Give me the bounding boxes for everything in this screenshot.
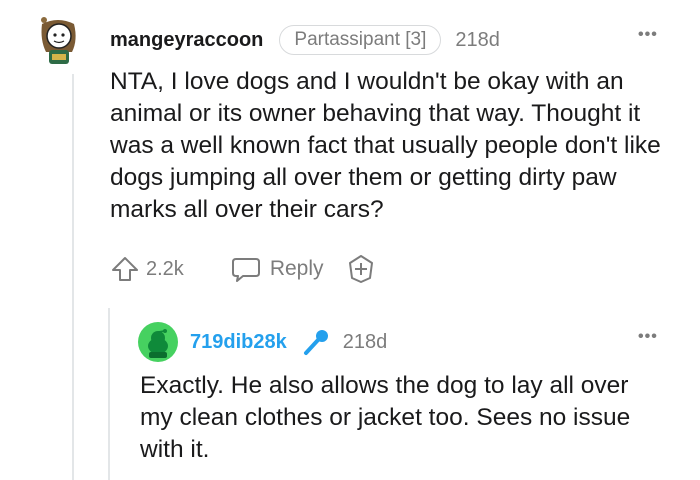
reply-label: Reply <box>269 257 324 280</box>
comment-more-button[interactable]: ••• <box>638 26 658 44</box>
award-icon <box>346 254 376 284</box>
comment-avatar[interactable] <box>36 12 82 68</box>
reply-icon <box>230 255 262 283</box>
reply-button[interactable]: Reply <box>230 255 324 283</box>
vote-count: 2.2k <box>146 257 184 280</box>
reply-body: Exactly. He also allows the dog to lay a… <box>140 372 631 463</box>
comment-actions: 2.2k Reply <box>110 254 376 284</box>
upvote-icon <box>110 255 140 283</box>
reply-avatar[interactable] <box>138 322 178 362</box>
user-flair: Partassipant [3] <box>279 25 442 55</box>
reply-header: 719dib28k 218d <box>190 326 387 358</box>
reply-comment: 719dib28k 218d ••• Exactly. He also allo… <box>0 300 700 480</box>
reply-username[interactable]: 719dib28k <box>190 331 287 354</box>
upvote-button[interactable]: 2.2k <box>110 255 184 283</box>
reply-timestamp[interactable]: 218d <box>343 331 388 354</box>
reply-more-button[interactable]: ••• <box>638 328 658 346</box>
comment-header: mangeyraccoon Partassipant [3] 218d <box>110 24 500 56</box>
comment: mangeyraccoon Partassipant [3] 218d ••• … <box>0 0 700 300</box>
comment-body: NTA, I love dogs and I wouldn't be okay … <box>110 68 661 223</box>
award-button[interactable] <box>346 254 376 284</box>
comment-timestamp[interactable]: 218d <box>455 29 500 52</box>
comment-username[interactable]: mangeyraccoon <box>110 29 263 52</box>
microphone-icon <box>301 327 331 357</box>
